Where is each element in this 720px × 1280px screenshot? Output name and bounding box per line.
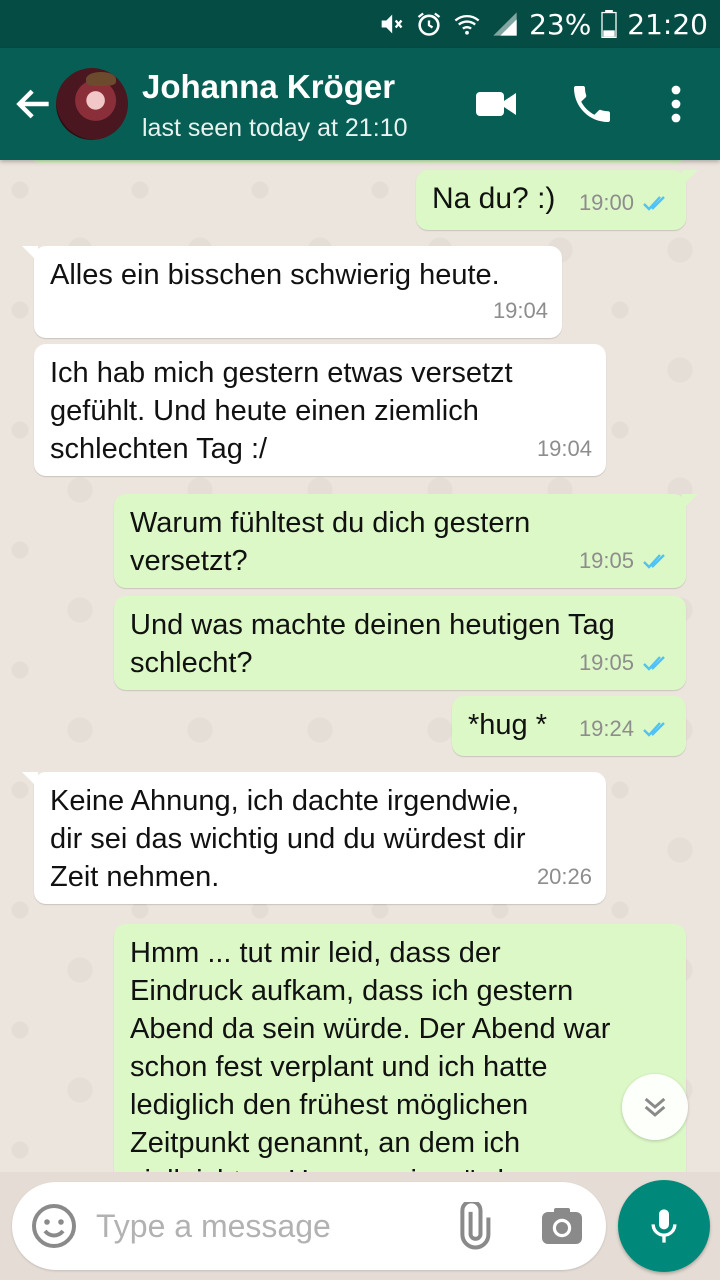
status-icons: 23% 21:20: [377, 0, 708, 48]
read-receipt-icon: [643, 656, 665, 671]
scroll-to-bottom-button[interactable]: [622, 1074, 688, 1140]
mic-icon: [651, 1209, 677, 1243]
message-time: 19:00: [578, 190, 634, 215]
battery-percent: 23%: [529, 7, 592, 41]
signal-icon: [493, 12, 517, 36]
message-time: 20:26: [536, 864, 592, 889]
message-bubble-outgoing[interactable]: Und was machte deinen heutigen Tag schle…: [114, 596, 686, 690]
message-bubble-incoming[interactable]: Keine Ahnung, ich dachte irgendwie, dir …: [22, 772, 606, 904]
emoji-icon[interactable]: [30, 1202, 78, 1250]
message-text: Keine Ahnung, ich dachte irgendwie, dir …: [50, 785, 526, 893]
composer: [12, 1182, 606, 1270]
message-meta: 19:05: [579, 542, 672, 580]
message-text: Und was machte deinen heutigen Tag schle…: [130, 609, 615, 679]
message-text: Alles ein bisschen schwierig heute.: [50, 259, 500, 291]
message-time: 19:04: [536, 436, 592, 461]
message-time: 19:24: [578, 716, 634, 741]
message-time: 19:05: [578, 548, 634, 573]
more-options-icon[interactable]: [652, 80, 700, 128]
clock: 21:20: [627, 7, 708, 41]
message-list[interactable]: Na du? :) 19:00 Alles ein bisschen schwi…: [0, 160, 720, 1172]
message-meta: 19:00: [579, 184, 672, 222]
chat-header: Johanna Kröger last seen today at 21:10: [0, 48, 720, 160]
read-receipt-icon: [643, 196, 665, 211]
message-meta: 20:26: [537, 858, 592, 896]
alarm-icon: [417, 12, 441, 36]
wifi-icon: [454, 14, 480, 35]
message-text: Warum fühltest du dich gestern versetzt?: [130, 507, 531, 577]
message-bubble-outgoing[interactable]: Na du? :) 19:00: [416, 170, 698, 230]
message-meta: 19:05: [579, 644, 672, 682]
paperclip-icon[interactable]: [448, 1202, 496, 1250]
voice-message-button[interactable]: [618, 1180, 710, 1272]
back-arrow-icon[interactable]: [12, 82, 56, 126]
last-seen-status: last seen today at 21:10: [142, 114, 408, 142]
video-call-icon[interactable]: [472, 80, 520, 128]
phone-call-icon[interactable]: [568, 80, 616, 128]
message-meta: 19:04: [493, 292, 548, 330]
message-text: *hug *: [468, 709, 548, 741]
message-text: Ich hab mich gestern etwas versetzt gefü…: [50, 357, 513, 465]
contact-avatar[interactable]: [56, 68, 128, 140]
mute-icon: [381, 14, 403, 34]
message-bubble-outgoing[interactable]: *hug * 19:24: [452, 696, 686, 756]
camera-icon[interactable]: [538, 1202, 586, 1250]
message-input[interactable]: [96, 1200, 426, 1252]
message-bubble-outgoing[interactable]: Warum fühltest du dich gestern versetzt?…: [114, 494, 698, 588]
status-bar: 23% 21:20: [0, 0, 720, 48]
battery-icon: [601, 10, 617, 38]
read-receipt-icon: [643, 554, 665, 569]
previous-message-edge: [30, 160, 686, 164]
message-bubble-incoming[interactable]: Ich hab mich gestern etwas versetzt gefü…: [34, 344, 606, 476]
message-text: Hmm ... tut mir leid, dass der Eindruck …: [130, 937, 611, 1172]
contact-name[interactable]: Johanna Kröger: [142, 68, 395, 106]
read-receipt-icon: [643, 722, 665, 737]
message-time: 19:04: [492, 298, 548, 323]
message-bubble-outgoing[interactable]: Hmm ... tut mir leid, dass der Eindruck …: [114, 924, 686, 1172]
message-text: Na du? :): [432, 182, 556, 215]
message-time: 19:05: [578, 650, 634, 675]
message-meta: 19:04: [537, 430, 592, 468]
chevron-double-down-icon: [644, 1097, 666, 1117]
message-meta: 19:24: [579, 710, 672, 748]
message-bubble-incoming[interactable]: Alles ein bisschen schwierig heute. 19:0…: [22, 246, 562, 338]
